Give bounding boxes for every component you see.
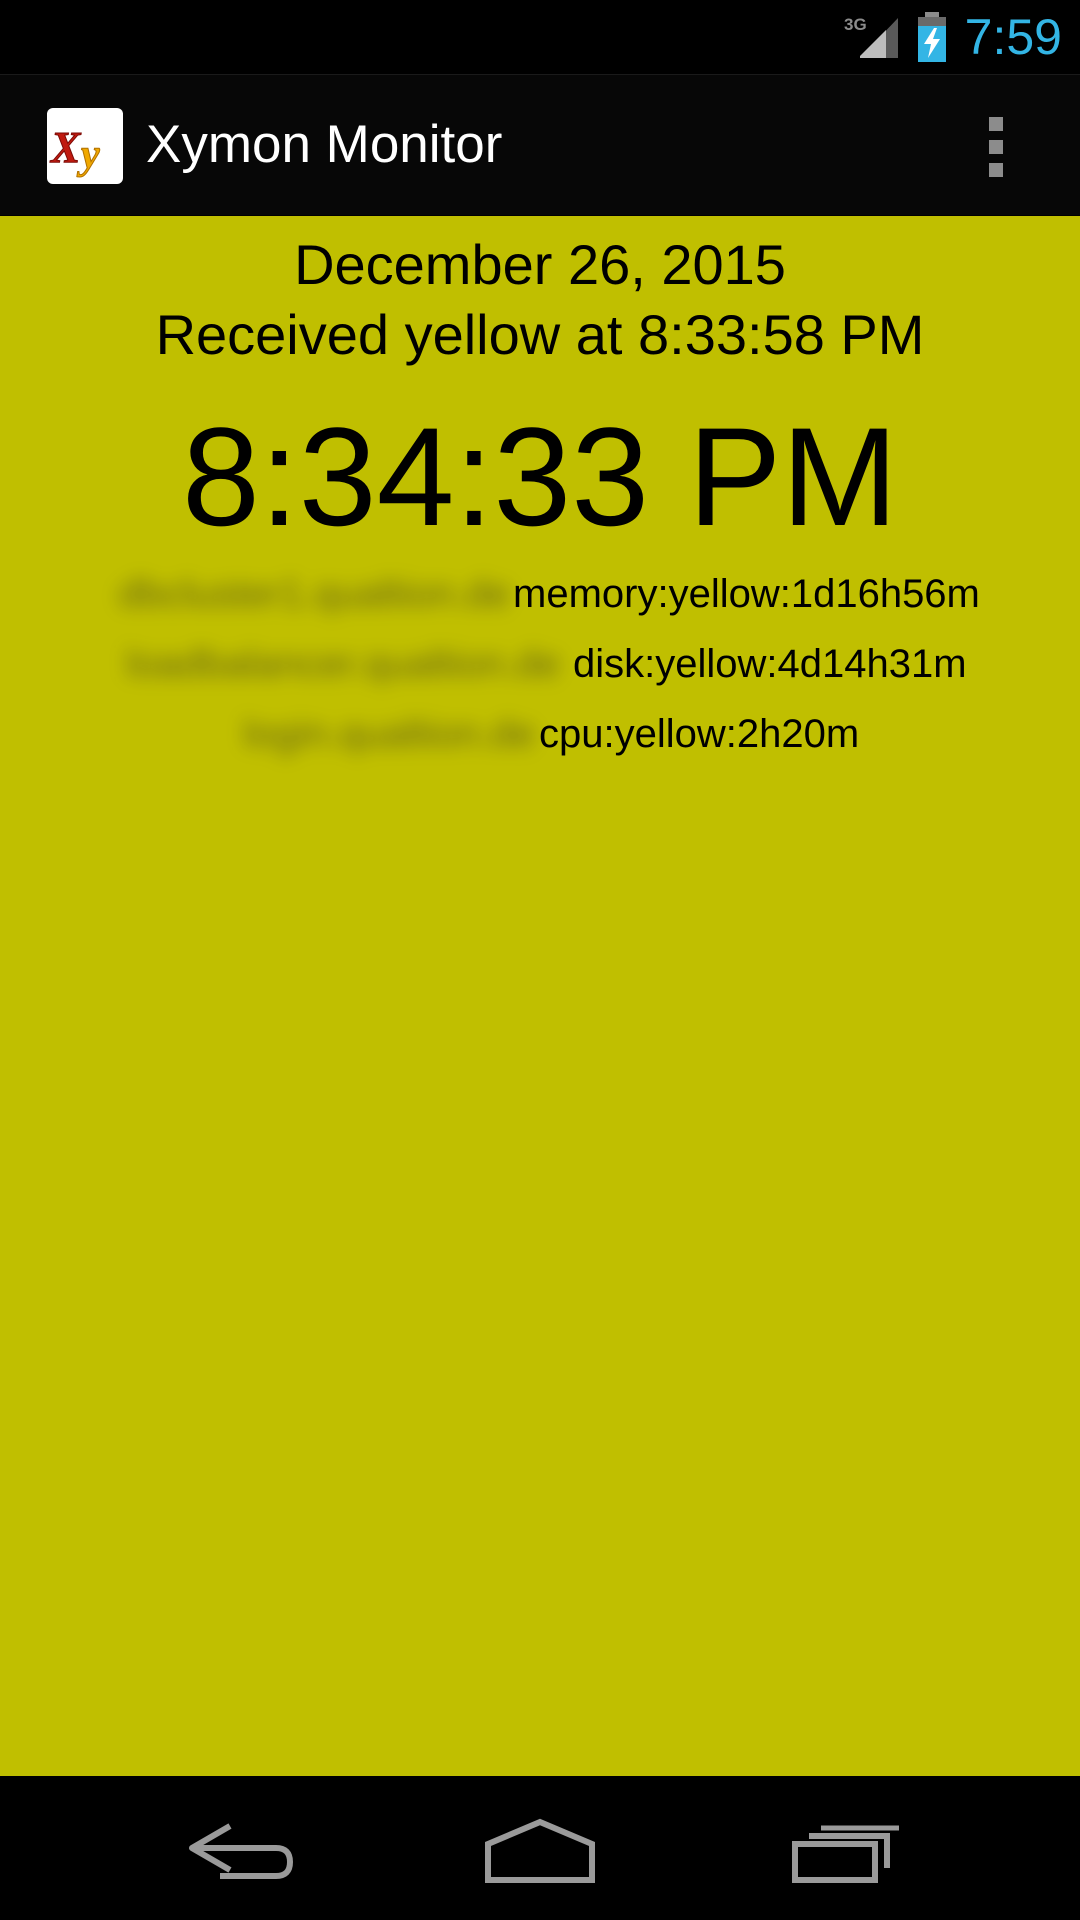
current-time: 8:34:33 PM [182, 398, 898, 555]
alert-host: loadbalancer.qualtion.de [126, 642, 560, 686]
alert-status: disk:yellow:4d14h31m [573, 642, 967, 686]
status-bar: 3G 7:59 [0, 0, 1080, 75]
navigation-bar [0, 1776, 1080, 1920]
status-panel: December 26, 2015 Received yellow at 8:3… [0, 216, 1080, 1776]
alert-row: login.qualtion.de cpu:yellow:2h20m [0, 704, 1080, 764]
overflow-dot [989, 117, 1003, 131]
alert-host: login.qualtion.de [243, 712, 535, 756]
alert-status: memory:yellow:1d16h56m [513, 572, 980, 616]
svg-text:3G: 3G [844, 15, 867, 34]
recents-icon[interactable] [763, 1798, 923, 1898]
home-icon[interactable] [460, 1798, 620, 1898]
alert-row: loadbalancer.qualtion.de disk:yellow:4d1… [0, 634, 1080, 694]
battery-charging-icon [918, 12, 946, 62]
status-date: December 26, 2015 [294, 233, 786, 296]
action-bar: X y Xymon Monitor [0, 75, 1080, 291]
app-title: Xymon Monitor [146, 115, 503, 174]
svg-text:X: X [49, 123, 82, 172]
received-status: Received yellow at 8:33:58 PM [155, 303, 925, 366]
signal-3g-icon: 3G [844, 15, 898, 58]
status-time: 7:59 [964, 9, 1062, 65]
alert-host: dbcluster1.qualtion.de [118, 572, 510, 616]
app-logo-icon[interactable]: X y [47, 108, 123, 184]
overflow-dot [989, 163, 1003, 177]
overflow-menu-icon[interactable] [970, 105, 1022, 189]
alert-status: cpu:yellow:2h20m [539, 712, 860, 756]
back-icon[interactable] [160, 1798, 320, 1898]
alert-row: dbcluster1.qualtion.de memory:yellow:1d1… [0, 564, 1080, 624]
overflow-dot [989, 140, 1003, 154]
